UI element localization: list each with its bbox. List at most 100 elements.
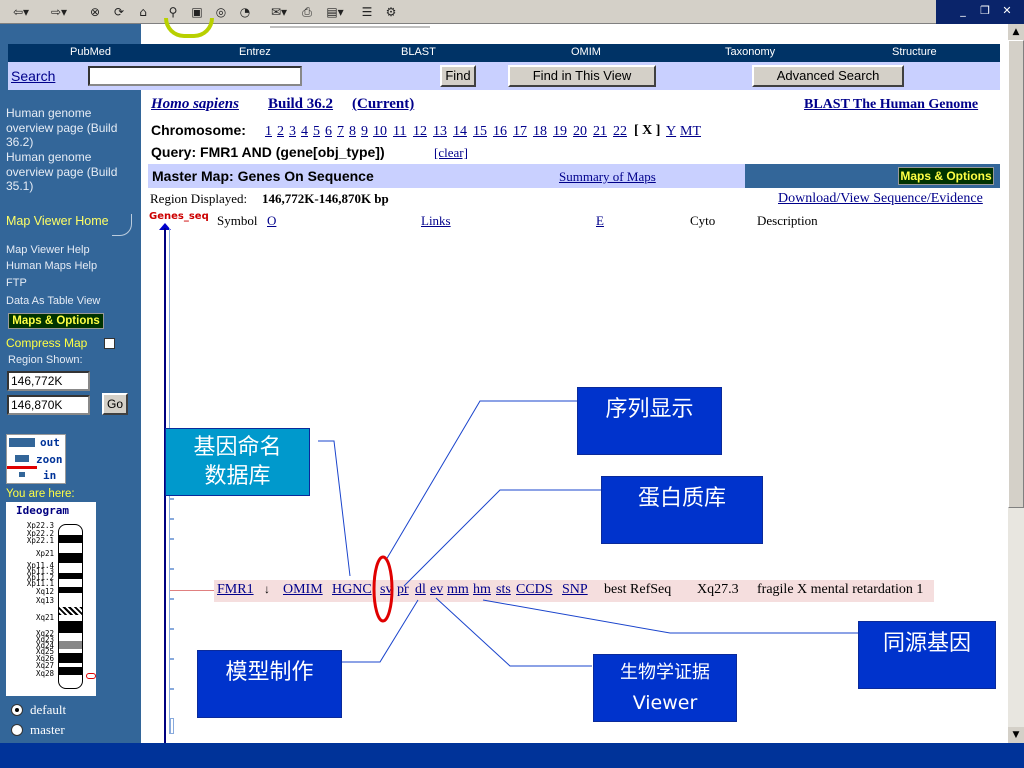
chromosome-link-15[interactable]: 15 (473, 124, 487, 140)
chromosome-link-MT[interactable]: MT (680, 124, 701, 140)
back-icon[interactable]: ⇦▾ (8, 3, 34, 21)
scroll-up-icon[interactable]: ▲ (1008, 24, 1024, 40)
zoom-mid-bar[interactable] (15, 455, 29, 462)
chromosome-link-Y[interactable]: Y (666, 124, 676, 140)
gene-link-ev[interactable]: ev (430, 582, 443, 598)
chromosome-link-17[interactable]: 17 (513, 124, 527, 140)
gene-link-hgnc[interactable]: HGNC (332, 582, 372, 598)
search-input[interactable] (88, 66, 302, 86)
nav-tab-taxonomy[interactable]: Taxonomy (725, 46, 775, 58)
chromosome-link-12[interactable]: 12 (413, 124, 427, 140)
media-icon[interactable]: ◎ (212, 3, 230, 21)
edit-icon[interactable]: ▤▾ (322, 3, 348, 21)
chromosome-link-22[interactable]: 22 (613, 124, 627, 140)
history-icon[interactable]: ◔ (236, 3, 254, 21)
gene-link-hm[interactable]: hm (473, 582, 491, 598)
summary-of-maps-link[interactable]: Summary of Maps (559, 169, 656, 185)
chromosome-link-4[interactable]: 4 (301, 124, 308, 140)
chromosome-link-8[interactable]: 8 (349, 124, 356, 140)
sidebar-genome-page-2[interactable]: Human genome overview page (Build 35.1) (6, 150, 136, 194)
chromosome-link-20[interactable]: 20 (573, 124, 587, 140)
sidebar-home-link[interactable]: Map Viewer Home (6, 214, 109, 228)
chromosome-link-1[interactable]: 1 (265, 124, 272, 140)
zoom-zoon-label[interactable]: zoon (36, 453, 63, 466)
sidebar-human-maps-help[interactable]: Human Maps Help (6, 260, 97, 272)
chromosome-link-21[interactable]: 21 (593, 124, 607, 140)
zoom-out-label[interactable]: out (40, 436, 60, 449)
nav-tab-omim[interactable]: OMIM (571, 46, 601, 58)
minimize-icon[interactable]: _ (956, 4, 970, 18)
current-build-label[interactable]: (Current) (352, 96, 414, 113)
nav-tab-entrez[interactable]: Entrez (239, 46, 271, 58)
region-to-input[interactable]: 146,870K (7, 395, 90, 415)
vertical-scrollbar[interactable]: ▲ ▼ (1008, 24, 1024, 743)
chromosome-link-9[interactable]: 9 (361, 124, 368, 140)
chromosome-link-16[interactable]: 16 (493, 124, 507, 140)
chromosome-link-13[interactable]: 13 (433, 124, 447, 140)
gene-link-sv[interactable]: sv (380, 582, 392, 598)
master-maps-options-button[interactable]: Maps & Options (898, 167, 994, 185)
gene-link-sts[interactable]: sts (496, 582, 511, 598)
home-icon[interactable]: ⌂ (134, 3, 152, 21)
scrollbar-thumb[interactable] (1008, 40, 1024, 508)
print-icon[interactable]: ⎙ (298, 3, 316, 21)
gene-link-ccds[interactable]: CCDS (516, 582, 553, 598)
sidebar-help-link[interactable]: Map Viewer Help (6, 244, 90, 256)
zoom-in-bar[interactable] (19, 472, 25, 477)
advanced-search-button[interactable]: Advanced Search (752, 65, 904, 87)
refresh-icon[interactable]: ⟳ (110, 3, 128, 21)
chromosome-link-3[interactable]: 3 (289, 124, 296, 140)
radio-default[interactable] (11, 704, 23, 716)
nav-tab-blast[interactable]: BLAST (401, 46, 436, 58)
gene-link-omim[interactable]: OMIM (283, 582, 323, 598)
chromosome-link-19[interactable]: 19 (553, 124, 567, 140)
chromosome-link-6[interactable]: 6 (325, 124, 332, 140)
chromosome-link-11[interactable]: 11 (393, 124, 406, 140)
stop-icon[interactable]: ⊗ (86, 3, 104, 21)
sidebar-genome-page-1[interactable]: Human genome overview page (Build 36.2) (6, 106, 136, 150)
gene-link-snp[interactable]: SNP (562, 582, 588, 598)
column-symbol-o-link[interactable]: O (267, 213, 276, 229)
chromosome-link-14[interactable]: 14 (453, 124, 467, 140)
gene-symbol-link[interactable]: FMR1 (217, 582, 254, 598)
restore-icon[interactable]: ❐ (978, 4, 992, 18)
gene-link-pr[interactable]: pr (397, 582, 409, 598)
gene-link-dl[interactable]: dl (415, 582, 426, 598)
species-link[interactable]: Homo sapiens (151, 96, 239, 113)
blast-genome-link[interactable]: BLAST The Human Genome (804, 97, 978, 113)
messenger-icon[interactable]: ⚙ (382, 3, 400, 21)
nav-tab-structure[interactable]: Structure (892, 46, 937, 58)
chromosome-link-5[interactable]: 5 (313, 124, 320, 140)
find-button[interactable]: Find (440, 65, 476, 87)
chromosome-link-7[interactable]: 7 (337, 124, 344, 140)
chromosome-link-2[interactable]: 2 (277, 124, 284, 140)
region-from-input[interactable]: 146,772K (7, 371, 90, 391)
download-sequence-link[interactable]: Download/View Sequence/Evidence (778, 191, 983, 207)
chromosome-link-10[interactable]: 10 (373, 124, 387, 140)
gene-link-mm[interactable]: mm (447, 582, 469, 598)
search-label[interactable]: Search (11, 68, 55, 84)
column-links[interactable]: Links (421, 213, 451, 229)
discuss-icon[interactable]: ☰ (358, 3, 376, 21)
radio-master[interactable] (11, 724, 23, 736)
scroll-down-icon[interactable]: ▼ (1008, 727, 1024, 743)
nav-tab-pubmed[interactable]: PubMed (70, 46, 111, 58)
zoom-out-bar[interactable] (9, 438, 35, 447)
compress-map-checkbox[interactable] (104, 338, 115, 349)
callout-homolog: 同源基因 (858, 621, 996, 689)
forward-icon[interactable]: ⇨▾ (46, 3, 72, 21)
master-map-title: Master Map: Genes On Sequence (152, 168, 374, 184)
find-in-view-button[interactable]: Find in This View (508, 65, 656, 87)
clear-query-link[interactable]: [clear] (434, 145, 468, 161)
chromosome-link-18[interactable]: 18 (533, 124, 547, 140)
sidebar-table-view-link[interactable]: Data As Table View (6, 295, 100, 307)
column-e-link[interactable]: E (596, 213, 604, 229)
mail-icon[interactable]: ✉▾ (266, 3, 292, 21)
ideogram-chromosome[interactable] (58, 524, 83, 689)
sidebar-maps-options-button[interactable]: Maps & Options (8, 313, 104, 329)
sidebar-ftp-link[interactable]: FTP (6, 277, 27, 289)
build-link[interactable]: Build 36.2 (268, 96, 333, 113)
zoom-in-label[interactable]: in (43, 469, 56, 482)
close-icon[interactable]: ✕ (1000, 4, 1014, 18)
go-button[interactable]: Go (102, 393, 128, 415)
